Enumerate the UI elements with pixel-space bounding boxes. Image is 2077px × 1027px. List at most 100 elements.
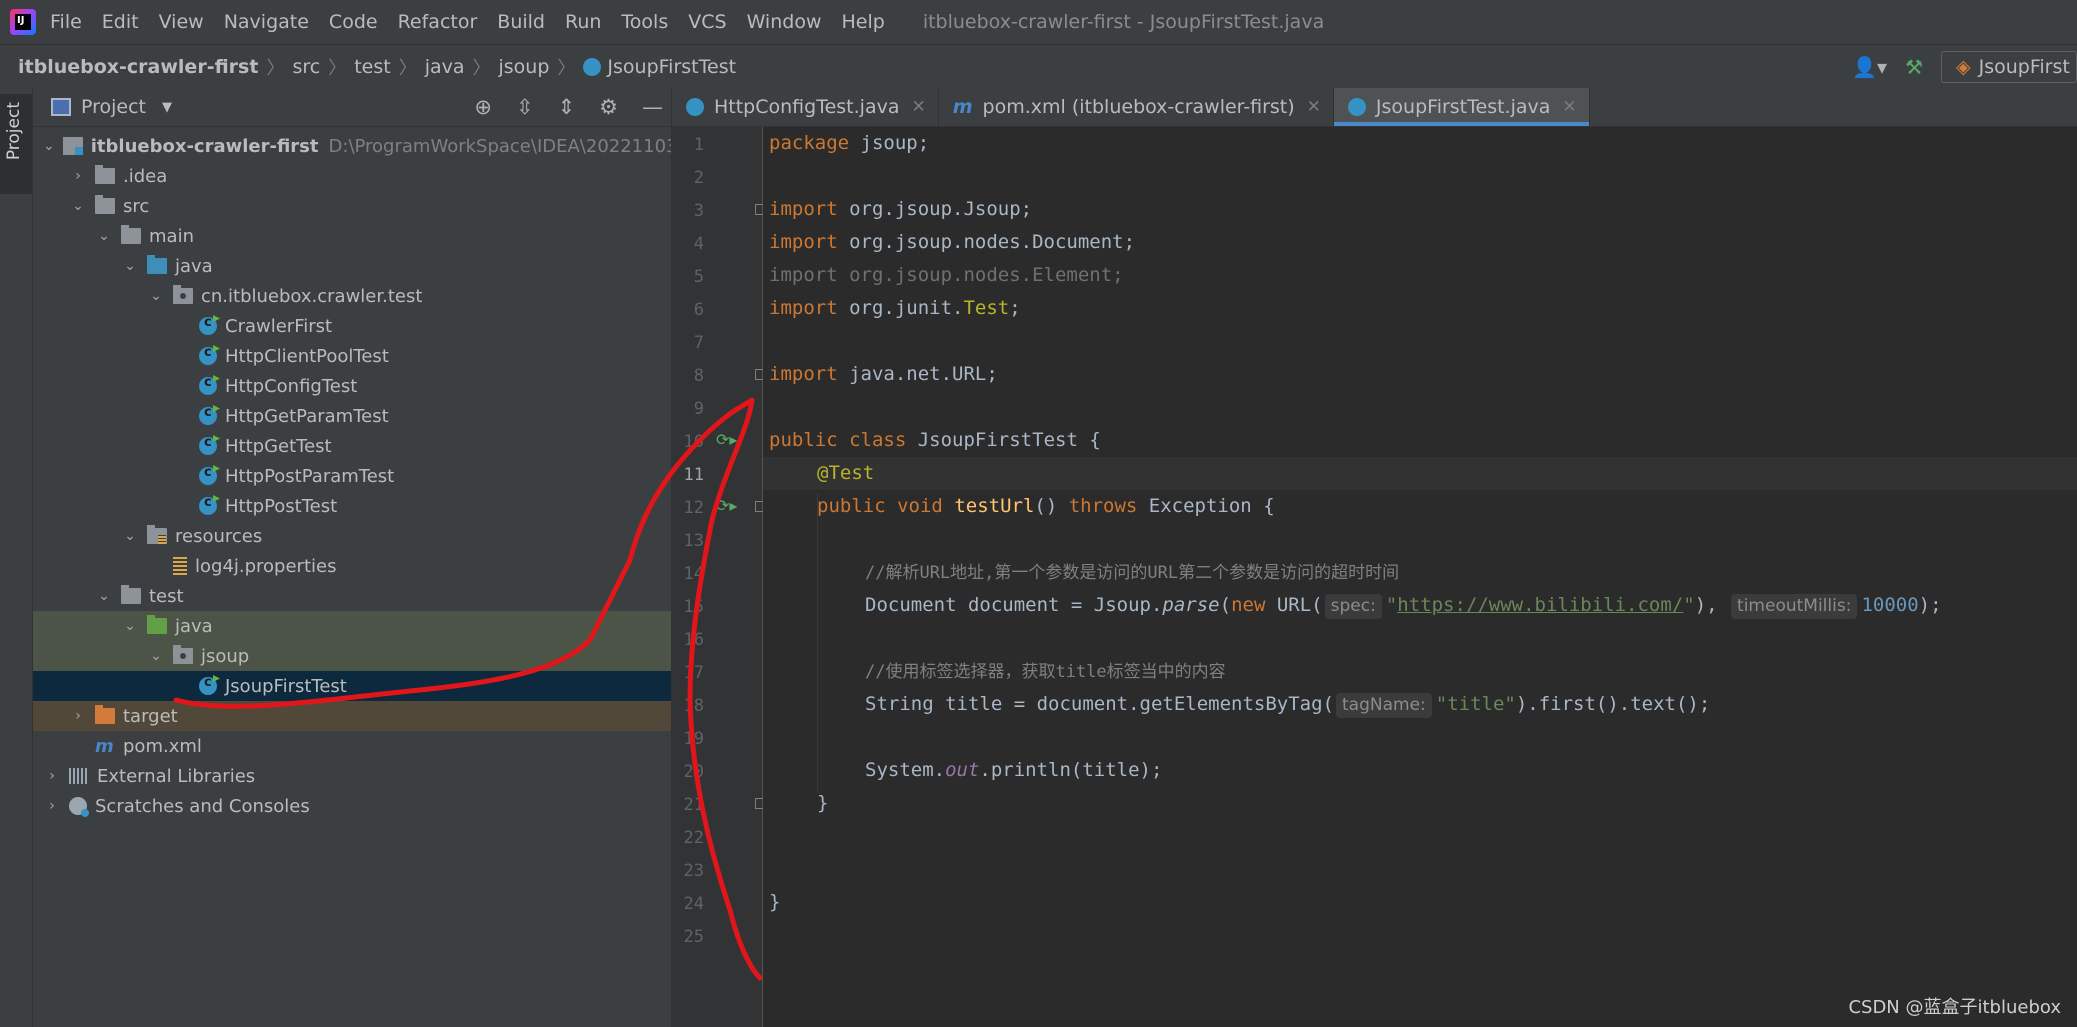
project-panel-title[interactable]: Project bbox=[81, 96, 146, 118]
breadcrumb-separator-icon: 〉 bbox=[398, 57, 417, 79]
tree-item-package[interactable]: ⌄ cn.itbluebox.crawler.test bbox=[33, 281, 671, 311]
project-path: D:\ProgramWorkSpace\IDEA\20221103\it bbox=[328, 135, 672, 157]
parameter-hint: tagName: bbox=[1336, 693, 1432, 718]
gear-icon[interactable]: ⚙ bbox=[599, 95, 618, 119]
chevron-down-icon[interactable]: ⌄ bbox=[121, 258, 139, 274]
expand-all-icon[interactable]: ⇳ bbox=[516, 95, 534, 119]
tree-item-src[interactable]: ⌄ src bbox=[33, 191, 671, 221]
chevron-down-icon[interactable]: ▼ bbox=[162, 100, 172, 115]
chevron-right-icon[interactable]: › bbox=[43, 798, 61, 814]
close-icon[interactable]: ✕ bbox=[1562, 97, 1576, 117]
menu-help[interactable]: Help bbox=[841, 11, 884, 33]
breadcrumb-java[interactable]: java bbox=[425, 56, 465, 78]
chevron-down-icon[interactable]: ⌄ bbox=[43, 138, 55, 154]
collapse-all-icon[interactable]: ⇕ bbox=[558, 95, 576, 119]
tree-item-target[interactable]: › target bbox=[33, 701, 671, 731]
tree-item-resources[interactable]: ⌄ resources bbox=[33, 521, 671, 551]
chevron-right-icon[interactable]: › bbox=[43, 768, 61, 784]
locate-target-icon[interactable]: ⊕ bbox=[474, 95, 492, 119]
code-line: package jsoup; bbox=[763, 127, 2077, 160]
breadcrumb-test[interactable]: test bbox=[354, 56, 391, 78]
project-tool-window-tab[interactable]: Project bbox=[0, 94, 32, 194]
tree-item-test-java[interactable]: ⌄ java bbox=[33, 611, 671, 641]
menu-refactor[interactable]: Refactor bbox=[398, 11, 478, 33]
chevron-down-icon[interactable]: ⌄ bbox=[121, 618, 139, 634]
run-test-method-icon[interactable]: ⟳▸ bbox=[716, 496, 737, 515]
code-editor[interactable]: package jsoup; import org.jsoup.Jsoup; i… bbox=[763, 127, 2077, 1027]
tree-item-class[interactable]: HttpConfigTest bbox=[33, 371, 671, 401]
menu-vcs[interactable]: VCS bbox=[688, 11, 726, 33]
breadcrumb-separator-icon: 〉 bbox=[266, 57, 285, 79]
hide-panel-icon[interactable]: — bbox=[642, 95, 663, 119]
tree-item-external-libraries[interactable]: › External Libraries bbox=[33, 761, 671, 791]
chevron-down-icon[interactable]: ⌄ bbox=[69, 198, 87, 214]
menu-file[interactable]: File bbox=[50, 11, 82, 33]
chevron-down-icon[interactable]: ⌄ bbox=[95, 588, 113, 604]
close-icon[interactable]: ✕ bbox=[1307, 97, 1321, 117]
tree-item-project-root[interactable]: ⌄ itbluebox-crawler-first D:\ProgramWork… bbox=[33, 131, 672, 161]
menu-edit[interactable]: Edit bbox=[102, 11, 139, 33]
tree-item-class[interactable]: HttpGetTest bbox=[33, 431, 671, 461]
code-text: java.net.URL; bbox=[837, 363, 998, 385]
menu-navigate[interactable]: Navigate bbox=[224, 11, 309, 33]
menu-tools[interactable]: Tools bbox=[621, 11, 668, 33]
tree-item-label: HttpGetTest bbox=[225, 435, 332, 457]
tree-item-scratches[interactable]: › Scratches and Consoles bbox=[33, 791, 671, 821]
breadcrumb-class[interactable]: JsoupFirstTest bbox=[607, 56, 736, 78]
breadcrumb-jsoup[interactable]: jsoup bbox=[499, 56, 550, 78]
chevron-right-icon[interactable]: › bbox=[69, 168, 87, 184]
tree-item-test[interactable]: ⌄ test bbox=[33, 581, 671, 611]
breadcrumb-separator-icon: 〉 bbox=[328, 57, 347, 79]
tab-label: pom.xml (itbluebox-crawler-first) bbox=[982, 96, 1295, 118]
chevron-down-icon[interactable]: ⌄ bbox=[121, 528, 139, 544]
module-icon bbox=[62, 137, 83, 155]
maven-icon: m bbox=[952, 96, 973, 118]
editor-gutter[interactable]: 1 2 3 4 5 6 7 8 9 10 11 12 13 14 15 16 1… bbox=[672, 127, 765, 1027]
tree-item-selected-class[interactable]: JsoupFirstTest bbox=[33, 671, 671, 701]
tab-pom-xml[interactable]: m pom.xml (itbluebox-crawler-first) ✕ bbox=[939, 88, 1334, 126]
breadcrumb-src[interactable]: src bbox=[292, 56, 320, 78]
menu-bar: IJ File Edit View Navigate Code Refactor… bbox=[0, 0, 2077, 44]
breadcrumb-project[interactable]: itbluebox-crawler-first bbox=[18, 56, 258, 78]
menu-run[interactable]: Run bbox=[565, 11, 601, 33]
tree-item-main[interactable]: ⌄ main bbox=[33, 221, 671, 251]
breadcrumb-separator-icon: 〉 bbox=[472, 57, 491, 79]
run-test-class-icon[interactable]: ⟳▸ bbox=[716, 430, 737, 449]
chevron-down-icon[interactable]: ⌄ bbox=[95, 228, 113, 244]
tree-item-jsoup-package[interactable]: ⌄ jsoup bbox=[33, 641, 671, 671]
tree-item-label: pom.xml bbox=[123, 735, 202, 757]
class-declaration: JsoupFirstTest { bbox=[906, 429, 1101, 451]
libraries-icon bbox=[69, 768, 89, 784]
tree-item-class[interactable]: CrawlerFirst bbox=[33, 311, 671, 341]
tree-item-class[interactable]: HttpPostParamTest bbox=[33, 461, 671, 491]
menu-window[interactable]: Window bbox=[747, 11, 822, 33]
code-text: org.junit. bbox=[837, 297, 964, 319]
tree-item-properties-file[interactable]: log4j.properties bbox=[33, 551, 671, 581]
build-hammer-icon[interactable]: ⚒ bbox=[1905, 55, 1923, 79]
url-link[interactable]: https://www.bilibili.com/ bbox=[1397, 594, 1683, 616]
parameter-hint: timeoutMillis: bbox=[1731, 594, 1858, 619]
keyword: throws bbox=[1068, 495, 1138, 517]
navigation-bar: itbluebox-crawler-first 〉 src 〉 test 〉 j… bbox=[0, 44, 2077, 89]
user-dropdown-icon[interactable]: 👤▾ bbox=[1852, 55, 1887, 79]
chevron-down-icon[interactable]: ⌄ bbox=[147, 648, 165, 664]
tree-item-class[interactable]: HttpClientPoolTest bbox=[33, 341, 671, 371]
tree-item-class[interactable]: HttpGetParamTest bbox=[33, 401, 671, 431]
run-configuration-selector[interactable]: ◈ JsoupFirst bbox=[1941, 50, 2077, 83]
tree-item-main-java[interactable]: ⌄ java bbox=[33, 251, 671, 281]
tree-item-idea[interactable]: › .idea bbox=[33, 161, 671, 191]
menu-view[interactable]: View bbox=[159, 11, 204, 33]
code-text: Exception { bbox=[1137, 495, 1275, 517]
menu-build[interactable]: Build bbox=[497, 11, 545, 33]
tree-item-class[interactable]: HttpPostTest bbox=[33, 491, 671, 521]
chevron-down-icon[interactable]: ⌄ bbox=[147, 288, 165, 304]
tree-item-pom[interactable]: m pom.xml bbox=[33, 731, 671, 761]
string-literal: " bbox=[1385, 594, 1398, 616]
tab-httpconfigtest[interactable]: HttpConfigTest.java ✕ bbox=[672, 88, 939, 126]
code-text: jsoup; bbox=[849, 132, 930, 154]
tab-jsoupfirsttest[interactable]: JsoupFirstTest.java ✕ bbox=[1333, 88, 1590, 126]
chevron-right-icon[interactable]: › bbox=[69, 708, 87, 724]
close-icon[interactable]: ✕ bbox=[911, 97, 925, 117]
menu-code[interactable]: Code bbox=[329, 11, 378, 33]
java-class-icon bbox=[199, 345, 217, 365]
